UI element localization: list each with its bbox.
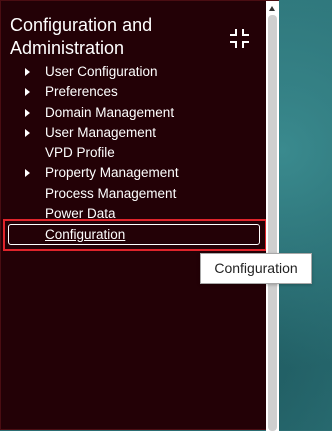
collapse-arrows-icon[interactable] (229, 28, 250, 49)
panel-title: Configuration and Administration (10, 15, 153, 58)
menu-item-domain-management[interactable]: Domain Management (1, 103, 266, 123)
scroll-up-arrow-icon[interactable] (269, 6, 275, 11)
menu-item-property-management[interactable]: Property Management (1, 163, 266, 183)
expand-caret-icon[interactable] (25, 128, 30, 137)
menu-item-label[interactable]: VPD Profile (45, 143, 115, 163)
expand-caret-icon[interactable] (25, 108, 30, 117)
menu-item-preferences[interactable]: Preferences (1, 82, 266, 102)
menu-item-label[interactable]: User Configuration (45, 62, 158, 82)
menu-item-user-management[interactable]: User Management (1, 123, 266, 143)
expand-caret-icon[interactable] (25, 68, 30, 76)
menu-item-label[interactable]: User Management (45, 123, 156, 143)
expand-caret-icon[interactable] (25, 169, 30, 178)
menu-item-label[interactable]: Domain Management (45, 103, 174, 123)
menu-item-label[interactable]: Property Management (45, 163, 179, 183)
menu-item-process-management[interactable]: Process Management (1, 184, 266, 204)
tooltip: Configuration (200, 253, 312, 284)
navigation-panel: Configuration and Administration User Co… (0, 0, 279, 431)
menu-item-vpd-profile[interactable]: VPD Profile (1, 143, 266, 163)
menu-item-label[interactable]: Preferences (45, 82, 118, 102)
menu-item-label[interactable]: Configuration (45, 225, 125, 244)
scrollbar-thumb[interactable] (268, 15, 277, 431)
menu-item-user-configuration[interactable]: User Configuration (1, 62, 266, 82)
expand-caret-icon[interactable] (25, 88, 30, 97)
menu-item-label[interactable]: Process Management (45, 184, 176, 204)
menu-list: User Configuration Preferences Domain Ma… (1, 62, 266, 224)
menu-item-configuration[interactable]: Configuration (8, 224, 260, 245)
